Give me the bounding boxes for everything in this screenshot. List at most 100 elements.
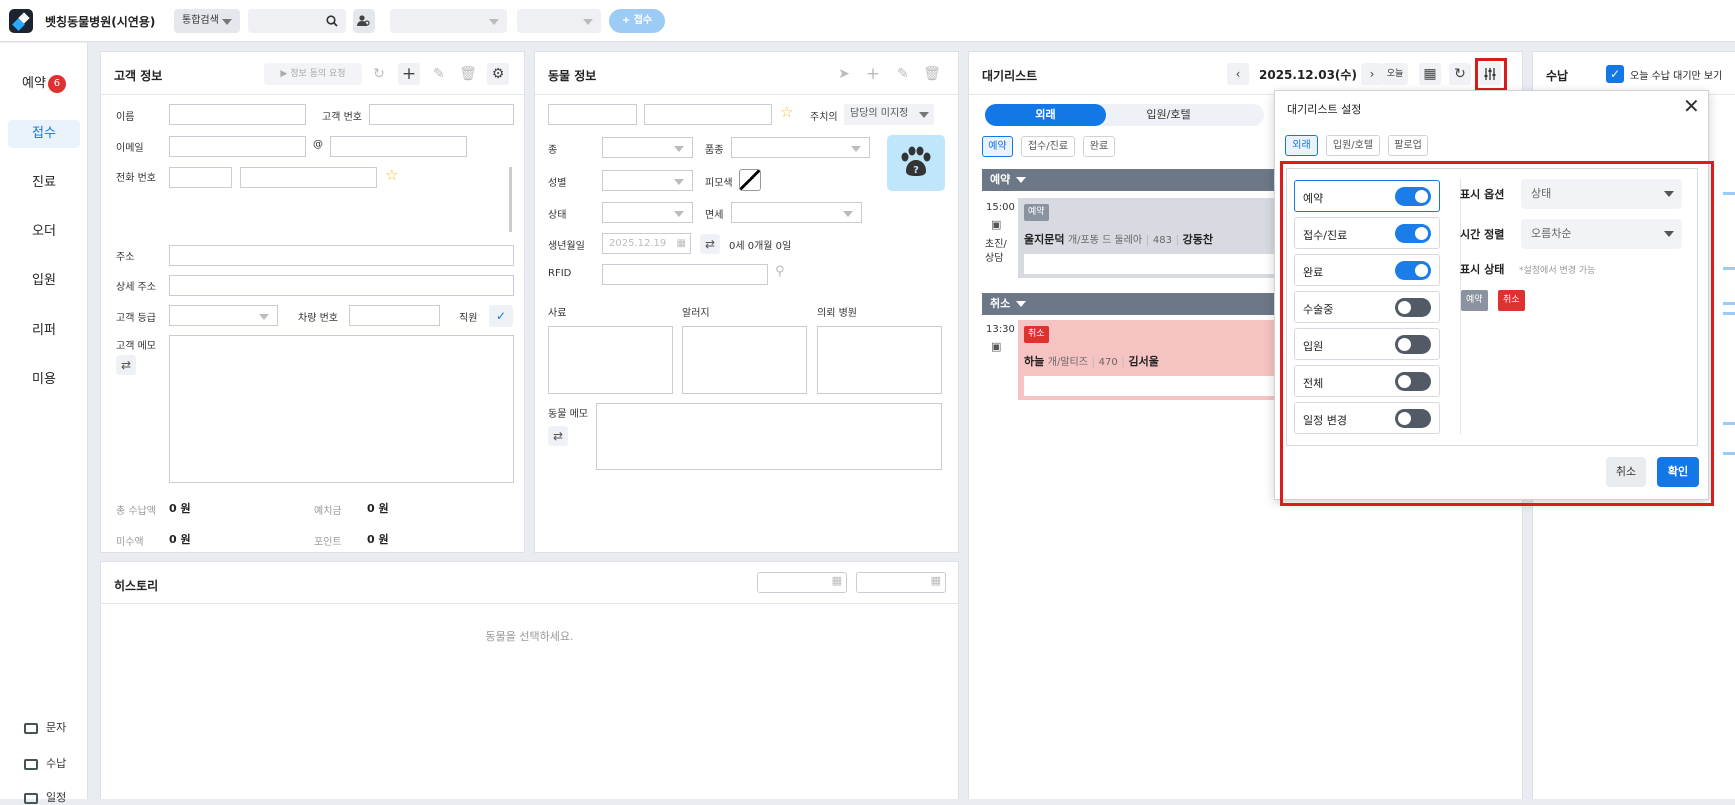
nav-schedule[interactable]: 일정 [24, 789, 66, 805]
grade-select[interactable] [169, 305, 278, 326]
add-customer-button[interactable]: + [398, 63, 420, 85]
card-memo[interactable] [1024, 376, 1304, 396]
email-domain-input[interactable] [330, 136, 467, 157]
modal-tab-outpatient[interactable]: 외래 [1285, 135, 1318, 156]
filter-done[interactable]: 완료 [1083, 136, 1115, 157]
nav-grooming[interactable]: 미용 [8, 366, 80, 394]
calendar-icon: ▦ [676, 238, 686, 249]
only-today-checkbox[interactable]: ✓ [1606, 65, 1624, 83]
breed-select[interactable] [731, 137, 870, 158]
svg-text:?: ? [913, 165, 919, 176]
animal-number-input[interactable] [644, 104, 772, 125]
calendar-icon: ▦ [930, 574, 941, 587]
customer-search-button[interactable] [353, 9, 375, 33]
close-icon[interactable]: ✕ [1683, 96, 1700, 116]
animal-photo[interactable]: ? [887, 135, 945, 191]
department-select[interactable] [390, 9, 507, 33]
email-id-input[interactable] [169, 136, 306, 157]
referral-textarea[interactable] [817, 326, 942, 394]
waitlist-date[interactable]: 2025.12.03(수) [1259, 66, 1357, 83]
filter-reservation[interactable]: 예약 [982, 136, 1013, 157]
nav-treatment[interactable]: 진료 [8, 169, 80, 197]
modal-tab-followup[interactable]: 팔로업 [1388, 135, 1428, 156]
swap-icon[interactable]: ⇄ [548, 426, 568, 446]
nav-order[interactable]: 오더 [8, 218, 80, 246]
consent-request-button[interactable]: ▶ 정보 동의 요청 [264, 63, 362, 85]
delete-icon[interactable]: 🗑 [457, 63, 479, 85]
car-number-input[interactable] [349, 305, 440, 326]
nav-hospitalization[interactable]: 입원 [8, 267, 80, 295]
calendar-icon: ▦ [831, 574, 842, 587]
name-input[interactable] [169, 104, 306, 125]
search-icon[interactable]: ⚲ [775, 264, 785, 279]
mail-icon [24, 722, 38, 734]
prev-date-button[interactable]: ‹ [1227, 63, 1249, 85]
delete-icon[interactable]: 🗑 [921, 63, 943, 85]
animal-memo-textarea[interactable] [596, 403, 942, 470]
caret-icon [1016, 177, 1027, 183]
chevron-down-icon [674, 179, 684, 185]
star-icon[interactable]: ☆ [780, 105, 793, 120]
animal-name-input[interactable] [548, 104, 637, 125]
today-button[interactable]: 오늘 [1382, 63, 1408, 85]
birth-date-input[interactable]: 2025.12.19 ▦ [602, 233, 691, 254]
register-button[interactable]: + 접수 [609, 9, 665, 33]
address-input[interactable] [169, 245, 514, 266]
tab-outpatient[interactable]: 외래 [985, 104, 1106, 126]
tab-inpatient-hotel[interactable]: 입원/호텔 [1106, 104, 1231, 126]
doctor-select[interactable] [517, 9, 601, 33]
allergy-textarea[interactable] [682, 326, 807, 394]
card-memo[interactable] [1024, 254, 1304, 274]
search-scope-select[interactable]: 통합검색 [174, 9, 240, 33]
customer-number-input[interactable] [369, 104, 514, 125]
filter-reception[interactable]: 접수/진료 [1021, 136, 1075, 157]
reservation-time: 15:00 [986, 202, 1015, 213]
waitlist-card[interactable]: 취소 하늘 개/말티즈 | 470 | 김서울 [1018, 320, 1308, 400]
nav-reservation[interactable]: 예약 6 [8, 70, 80, 98]
star-icon[interactable]: ☆ [385, 168, 398, 183]
animal-name: 하늘 [1024, 355, 1045, 368]
tax-exempt-select[interactable] [731, 202, 862, 223]
add-icon[interactable]: + [862, 63, 884, 85]
feed-textarea[interactable] [548, 326, 673, 394]
search-input[interactable] [248, 9, 346, 33]
edit-icon[interactable]: ✎ [428, 63, 450, 85]
staff-checkbox[interactable]: ✓ [489, 305, 513, 327]
address-detail-label: 상세 주소 [116, 282, 156, 293]
nav-referral[interactable]: 리퍼 [8, 317, 80, 345]
status-select[interactable] [602, 202, 693, 223]
scrollbar[interactable] [509, 167, 512, 232]
coat-color-swatch[interactable] [739, 169, 761, 191]
rfid-input[interactable] [602, 264, 768, 285]
edit-icon[interactable]: ✎ [892, 63, 914, 85]
sex-select[interactable] [602, 170, 693, 191]
modal-tab-inpatient[interactable]: 입원/호텔 [1326, 135, 1380, 156]
phone-number-input[interactable] [240, 167, 377, 188]
calendar-icon[interactable]: ▦ [1419, 63, 1441, 85]
gear-icon[interactable]: ⚙ [487, 63, 509, 85]
customer-memo-textarea[interactable] [169, 335, 514, 483]
send-icon[interactable]: ➤ [833, 63, 855, 85]
animal-number: 470 [1098, 357, 1118, 368]
swap-icon[interactable]: ⇄ [700, 234, 720, 254]
refresh-icon[interactable]: ↻ [368, 63, 390, 85]
waitlist-card[interactable]: 예약 울지문덕 개/포똥 드 둘레아 | 483 | 강동찬 [1018, 198, 1308, 278]
allergy-label: 알러지 [682, 308, 710, 319]
owner-name: 강동찬 [1182, 233, 1214, 246]
chevron-down-icon [489, 19, 499, 25]
vet-select[interactable]: 담당의 미지정 [844, 104, 934, 125]
history-start-date[interactable]: ▦ [757, 572, 847, 593]
refresh-icon[interactable]: ↻ [1449, 63, 1471, 85]
nav-reception[interactable]: 접수 [8, 120, 80, 148]
group-header-cancel[interactable]: 취소 [982, 293, 1302, 315]
waitlist-seg-tabs: 외래 입원/호텔 [985, 104, 1264, 126]
group-header-reservation[interactable]: 예약 [982, 169, 1302, 191]
species-select[interactable] [602, 137, 693, 158]
address-detail-input[interactable] [169, 275, 514, 296]
nav-message[interactable]: 문자 [24, 719, 66, 735]
nav-payment[interactable]: 수납 [24, 755, 66, 771]
phone-prefix-input[interactable] [169, 167, 232, 188]
history-end-date[interactable]: ▦ [856, 572, 946, 593]
next-date-button[interactable]: › [1361, 63, 1383, 85]
swap-icon[interactable]: ⇄ [116, 355, 136, 375]
